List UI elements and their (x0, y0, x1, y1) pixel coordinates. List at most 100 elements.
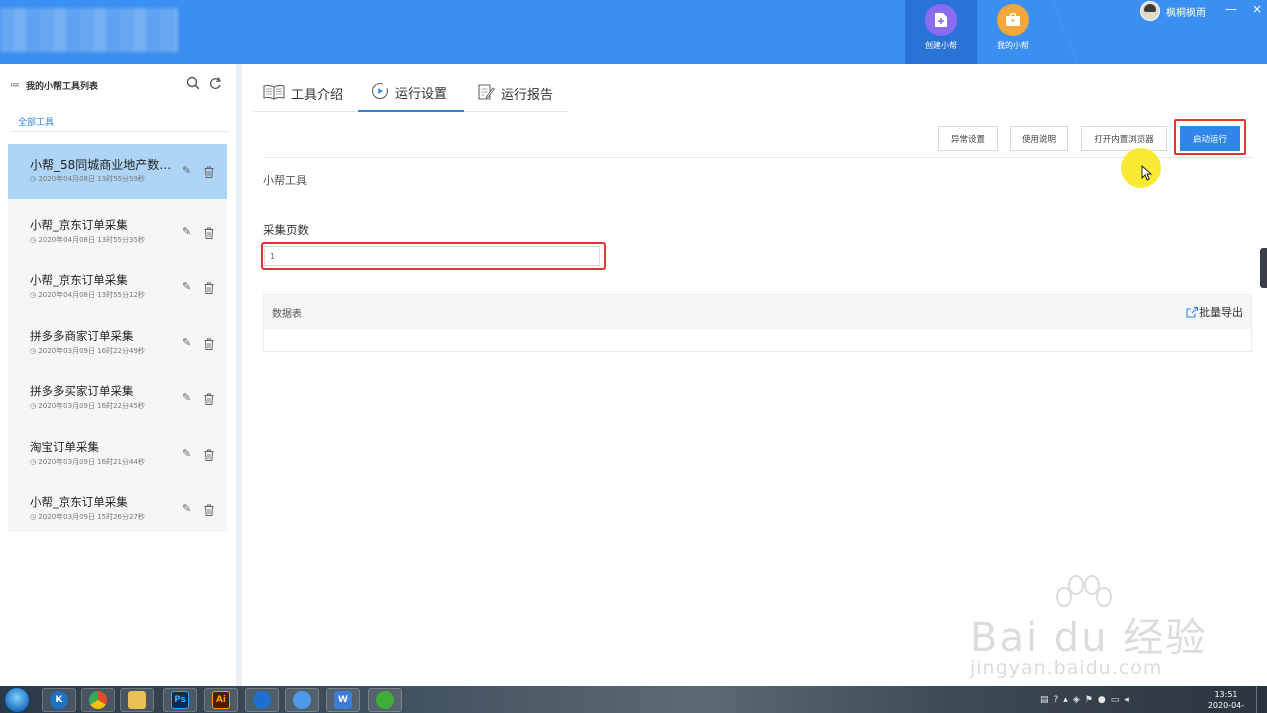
trash-icon[interactable] (204, 279, 214, 294)
tool-name: 淘宝订单采集 (30, 440, 99, 454)
volume-icon[interactable]: ◂ (1124, 695, 1129, 705)
flag-icon[interactable]: ⚑ (1085, 695, 1093, 705)
taskbar-app[interactable] (245, 688, 279, 712)
tool-name: 小帮_京东订单采集 (30, 495, 128, 509)
keyboard-icon[interactable]: ▤ (1040, 695, 1049, 705)
side-panel-handle[interactable] (1260, 248, 1267, 288)
tool-item[interactable]: 小帮_京东订单采集 ◷ 2020年04月08日 13时55分12秒 ✎ (8, 260, 227, 315)
tool-name: 小帮_京东订单采集 (30, 218, 128, 232)
sidebar-header: ≔ 我的小帮工具列表 (10, 76, 228, 94)
chrome-icon (89, 691, 107, 709)
tool-time: ◷ 2020年03月09日 16时21分44秒 (30, 458, 145, 466)
edit-icon[interactable]: ✎ (182, 336, 191, 349)
taskbar-app[interactable] (368, 688, 402, 712)
file-plus-icon (925, 4, 957, 36)
show-desktop-button[interactable] (1256, 686, 1267, 713)
sidebar-splitter[interactable] (236, 64, 242, 686)
tool-item[interactable]: 小帮_京东订单采集 ◷ 2020年04月08日 13时55分35秒 ✎ (8, 205, 227, 260)
watermark-url: jingyan.baidu.com (970, 657, 1163, 679)
taskbar-app[interactable]: Ai (204, 688, 238, 712)
clock[interactable]: 13:51 2020-04-13 (1203, 689, 1249, 713)
refresh-icon[interactable] (209, 76, 222, 94)
pages-label: 采集页数 (263, 223, 309, 237)
teamviewer-icon (253, 691, 271, 709)
tab-run-report[interactable]: 运行报告 (477, 75, 553, 112)
user-name: 枫桐枫雨 (1166, 7, 1206, 19)
close-button[interactable]: × (1252, 2, 1262, 16)
tool-name: 拼多多买家订单采集 (30, 384, 134, 398)
taskbar-app[interactable]: Ps (163, 688, 197, 712)
tool-item[interactable]: 拼多多商家订单采集 ◷ 2020年03月09日 16时22分49秒 ✎ (8, 316, 227, 371)
tool-time: ◷ 2020年04月08日 13时55分35秒 (30, 236, 145, 244)
taskbar-app[interactable] (285, 688, 319, 712)
taskbar-app[interactable] (81, 688, 115, 712)
tool-name: 小帮_京东订单采集 (30, 273, 128, 287)
edit-icon[interactable]: ✎ (182, 502, 191, 515)
tool-time: ◷ 2020年04月08日 13时55分12秒 (30, 291, 145, 299)
export-icon (1186, 306, 1199, 318)
baidu-watermark: Bai du 经验 jingyan.baidu.com (970, 575, 1210, 685)
chat-icon[interactable]: ● (1098, 695, 1106, 705)
tab-bar: 工具介绍 运行设置 运行报告 (253, 75, 568, 112)
tab-label: 运行报告 (501, 88, 554, 103)
tool-time: ◷ 2020年04月08日 13时55分59秒 (30, 175, 145, 183)
trash-icon[interactable] (204, 390, 214, 405)
trash-icon[interactable] (204, 446, 214, 461)
clock-time: 13:51 (1214, 690, 1238, 699)
input-highlight (261, 242, 606, 270)
edit-icon[interactable]: ✎ (182, 225, 191, 238)
open-browser-button[interactable]: 打开内置浏览器 (1081, 126, 1167, 151)
data-table: 数据表 批量导出 (263, 294, 1252, 352)
illustrator-icon: Ai (212, 691, 230, 709)
section-label: 小帮工具 (263, 174, 307, 187)
tool-item[interactable]: 小帮_58同城商业地产数据... ◷ 2020年04月08日 13时55分59秒… (8, 144, 227, 199)
edit-icon[interactable]: ✎ (182, 280, 191, 293)
trash-icon[interactable] (204, 335, 214, 350)
list-icon: ≔ (10, 79, 20, 91)
taskbar: K Ps Ai W ▤ ? ▴ ◈ ⚑ ● ▭ ◂ 13:51 2020-04-… (0, 686, 1267, 713)
taskbar-app[interactable] (120, 688, 154, 712)
nav-label: 创建小帮 (925, 41, 957, 50)
briefcase-icon (997, 4, 1029, 36)
shield-icon[interactable]: ◈ (1073, 695, 1080, 705)
tool-time: ◷ 2020年03月09日 16时22分45秒 (30, 402, 145, 410)
tool-item[interactable]: 小帮_京东订单采集 ◷ 2020年03月09日 15时26分27秒 ✎ (8, 482, 227, 537)
start-button-highlight (1174, 119, 1246, 155)
edit-icon[interactable]: ✎ (182, 447, 191, 460)
tab-tool-intro[interactable]: 工具介绍 (263, 75, 343, 112)
photoshop-icon: Ps (171, 691, 189, 709)
start-button[interactable] (4, 687, 30, 713)
k-app-icon: K (50, 691, 68, 709)
trash-icon[interactable] (204, 224, 214, 239)
tool-name: 小帮_58同城商业地产数据... (30, 158, 180, 172)
tray-expand-icon[interactable]: ▴ (1063, 695, 1068, 705)
edit-icon[interactable]: ✎ (182, 164, 191, 177)
w-app-icon: W (334, 691, 352, 709)
exception-settings-button[interactable]: 异常设置 (938, 126, 998, 151)
user-profile[interactable]: 枫桐枫雨 (1140, 1, 1206, 21)
help-icon[interactable]: ? (1054, 695, 1059, 705)
minimize-button[interactable]: — (1225, 2, 1237, 16)
all-tools-link[interactable]: 全部工具 (18, 115, 54, 128)
instructions-button[interactable]: 使用说明 (1010, 126, 1068, 151)
divider (10, 131, 228, 132)
tool-item[interactable]: 淘宝订单采集 ◷ 2020年03月09日 16时21分44秒 ✎ (8, 427, 227, 482)
tab-label: 运行设置 (395, 87, 448, 102)
taskbar-app[interactable]: K (42, 688, 76, 712)
taskbar-app[interactable]: W (326, 688, 360, 712)
trash-icon[interactable] (204, 501, 214, 516)
tool-list: 小帮_58同城商业地产数据... ◷ 2020年04月08日 13时55分59秒… (8, 144, 227, 532)
tab-label: 工具介绍 (291, 88, 344, 103)
search-icon[interactable] (186, 76, 200, 94)
tool-time: ◷ 2020年03月09日 16时22分49秒 (30, 347, 145, 355)
sidebar: ≔ 我的小帮工具列表 全部工具 小帮_58同城商业地产数据... ◷ 2020年… (0, 64, 236, 686)
app-header: 创建小帮 我的小帮 枫桐枫雨 — × (0, 0, 1267, 64)
edit-icon[interactable]: ✎ (182, 391, 191, 404)
tool-item[interactable]: 拼多多买家订单采集 ◷ 2020年03月09日 16时22分45秒 ✎ (8, 371, 227, 426)
nav-create-helper[interactable]: 创建小帮 (905, 0, 977, 64)
network-icon[interactable]: ▭ (1111, 695, 1120, 705)
trash-icon[interactable] (204, 163, 214, 178)
tab-run-settings[interactable]: 运行设置 (358, 75, 464, 112)
system-tray: ▤ ? ▴ ◈ ⚑ ● ▭ ◂ (1040, 693, 1129, 707)
batch-export-button[interactable]: 批量导出 (1186, 304, 1243, 320)
